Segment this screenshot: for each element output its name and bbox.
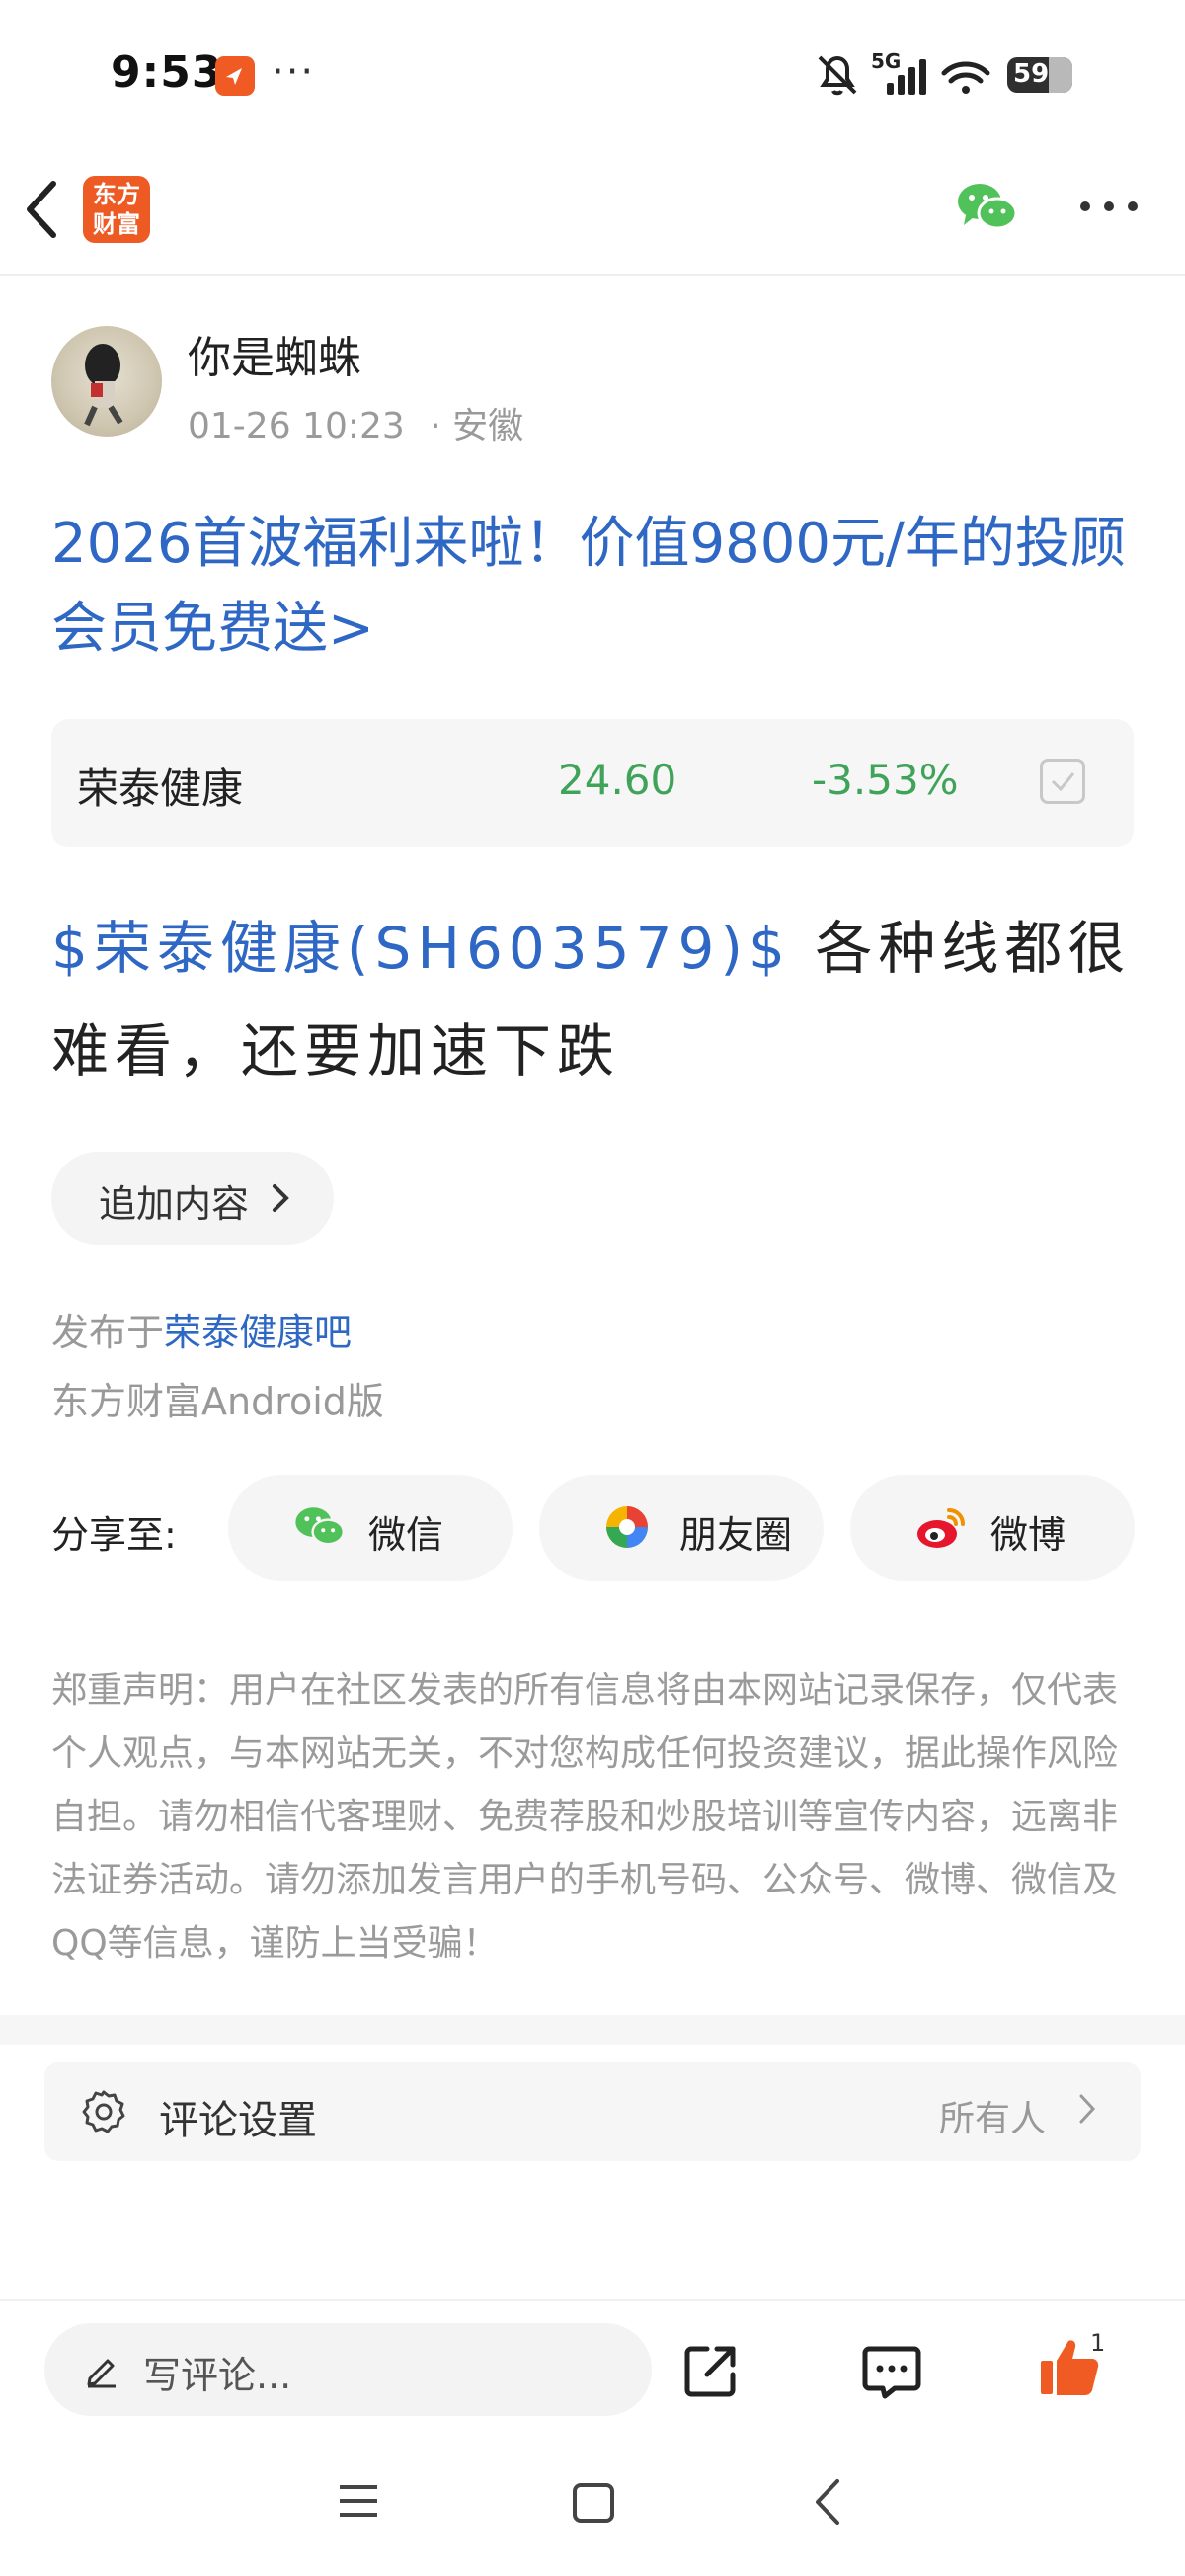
status-overflow: ···	[272, 49, 316, 95]
header-divider	[0, 274, 1185, 276]
wechat-icon	[295, 1507, 346, 1546]
chevron-right-icon	[273, 1184, 289, 1212]
share-weibo-button[interactable]: 微博	[850, 1475, 1135, 1581]
status-icons	[816, 51, 1003, 105]
comment-placeholder: 写评论...	[143, 2354, 292, 2397]
publish-line: 发布于荣泰健康吧	[51, 1302, 352, 1356]
share-moments-label: 朋友圈	[679, 1513, 793, 1557]
promo-link[interactable]: 2026首波福利来啦！价值9800元/年的投顾会员免费送>	[51, 502, 1138, 672]
brand-logo: 东方 财富	[83, 176, 150, 243]
pencil-icon	[87, 2359, 116, 2388]
add-content-button[interactable]: 追加内容	[51, 1152, 334, 1245]
network-type: 5G	[871, 49, 902, 73]
battery-icon: 59	[1007, 57, 1072, 93]
client-source: 东方财富Android版	[51, 1380, 384, 1423]
comment-settings-row[interactable]: 评论设置 所有人	[44, 2062, 1141, 2161]
publish-prefix: 发布于	[51, 1311, 165, 1354]
back-icon[interactable]	[22, 178, 61, 245]
status-time: 9:53	[111, 47, 223, 98]
nav-menu-icon[interactable]	[336, 2481, 381, 2525]
stock-tag-link[interactable]: $荣泰健康(SH603579)$	[51, 915, 791, 982]
disclaimer-text: 郑重声明：用户在社区发表的所有信息将由本网站记录保存，仅代表个人观点，与本网站无…	[51, 1670, 1119, 1964]
post-meta: 01-26 10:23 · 安徽	[188, 397, 523, 448]
nav-back-icon[interactable]	[812, 2477, 845, 2531]
nav-home-icon[interactable]	[571, 2481, 616, 2529]
weibo-icon	[917, 1508, 965, 1548]
share-label: 分享至:	[51, 1513, 177, 1557]
add-content-label: 追加内容	[99, 1182, 250, 1226]
gear-icon	[82, 2090, 125, 2133]
comment-input[interactable]: 写评论...	[44, 2323, 652, 2416]
post-body: $荣泰健康(SH603579)$ 各种线都很难看，还要加速下跌	[51, 897, 1138, 1102]
comments-icon[interactable]	[861, 2341, 922, 2406]
wifi-icon	[941, 61, 990, 94]
wechat-icon[interactable]	[956, 180, 1019, 239]
section-divider	[0, 2015, 1185, 2045]
mute-icon	[818, 55, 857, 96]
watchlist-checkbox[interactable]	[1040, 759, 1085, 804]
like-count: 1	[1090, 2329, 1106, 2357]
comment-settings-label: 评论设置	[159, 2098, 317, 2143]
stock-name: 荣泰健康	[77, 765, 244, 813]
post-location: · 安徽	[430, 406, 524, 446]
share-weibo-label: 微博	[990, 1513, 1066, 1557]
share-icon[interactable]	[681, 2341, 741, 2404]
forum-link[interactable]: 荣泰健康吧	[164, 1311, 352, 1354]
post-date: 01-26 10:23	[188, 406, 405, 446]
stock-change: -3.53%	[812, 756, 959, 804]
more-icon[interactable]	[1079, 198, 1139, 216]
share-moments-button[interactable]: 朋友圈	[539, 1475, 824, 1581]
share-wechat-button[interactable]: 微信	[228, 1475, 513, 1581]
battery-level: 59	[1013, 59, 1050, 89]
bottom-bar-divider	[0, 2299, 1185, 2301]
comment-settings-value: 所有人	[939, 2099, 1047, 2139]
chevron-right-icon	[1079, 2094, 1096, 2124]
moments-icon	[606, 1506, 648, 1548]
avatar[interactable]	[51, 326, 162, 437]
brand-logo-line1: 东方	[93, 181, 140, 208]
notification-app-icon	[215, 56, 255, 96]
author-name[interactable]: 你是蜘蛛	[188, 322, 361, 385]
share-wechat-label: 微信	[368, 1513, 444, 1557]
brand-logo-line2: 财富	[93, 210, 140, 238]
stock-price: 24.60	[558, 756, 677, 804]
